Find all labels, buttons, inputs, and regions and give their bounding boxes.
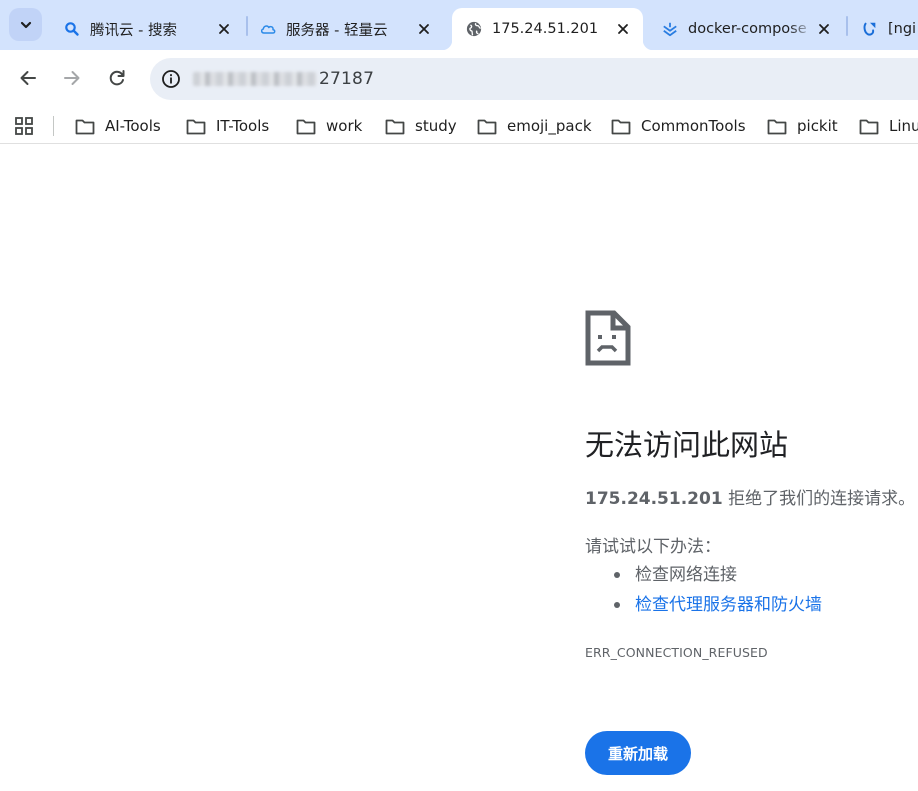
folder-icon	[859, 119, 879, 134]
bookmark-folder-study[interactable]: study	[385, 112, 457, 140]
suggestions-heading: 请试试以下办法：	[585, 537, 721, 557]
reload-toolbar-button[interactable]	[101, 62, 133, 94]
bookmark-label: study	[415, 117, 457, 135]
tab-search-button[interactable]	[9, 8, 42, 41]
chevron-down-icon	[20, 21, 31, 28]
error-summary: 175.24.51.201 拒绝了我们的连接请求。	[585, 484, 915, 509]
bookmark-label: CommonTools	[641, 117, 746, 135]
tab-nginx[interactable]: [ngi	[848, 8, 918, 50]
close-icon[interactable]	[613, 19, 633, 39]
arrow-right-icon	[64, 71, 80, 85]
close-icon[interactable]	[814, 19, 834, 39]
bookmark-folder-pickit[interactable]: pickit	[767, 112, 838, 140]
tab-title: [ngi	[888, 21, 917, 37]
error-code: ERR_CONNECTION_REFUSED	[585, 645, 768, 660]
bookmark-folder-work[interactable]: work	[296, 112, 362, 140]
search-icon	[64, 21, 80, 37]
folder-icon	[477, 119, 497, 134]
tab-title: 175.24.51.201	[492, 21, 599, 37]
url-text: 27187	[319, 69, 375, 89]
close-icon[interactable]	[214, 19, 234, 39]
forward-button[interactable]	[56, 62, 88, 94]
bookmark-label: AI-Tools	[105, 117, 161, 135]
tab-title: 服务器 - 轻量云	[286, 22, 388, 39]
reload-button[interactable]: 重新加载	[585, 731, 691, 775]
browser-window: 腾讯云 - 搜索 服务器 - 轻量云 175.24.51.201 docker-…	[0, 0, 918, 791]
error-summary-text: 拒绝了我们的连接请求。	[722, 489, 916, 509]
bookmark-label: emoji_pack	[507, 117, 592, 135]
bookmarks-divider	[53, 116, 54, 136]
error-title: 无法访问此网站	[585, 428, 789, 462]
refresh-icon	[109, 70, 125, 86]
suggestion-text: 检查网络连接	[635, 565, 737, 585]
docker-doc-icon	[662, 21, 678, 37]
tab-strip: 腾讯云 - 搜索 服务器 - 轻量云 175.24.51.201 docker-…	[0, 0, 918, 50]
bookmark-folder-linux[interactable]: Linu	[859, 112, 918, 140]
close-icon[interactable]	[414, 19, 434, 39]
bookmark-label: work	[326, 117, 363, 135]
site-info-icon[interactable]	[159, 67, 183, 91]
bookmark-label: IT-Tools	[216, 117, 270, 135]
sad-document-icon	[585, 310, 631, 366]
nginx-icon	[862, 21, 878, 37]
folder-icon	[611, 119, 631, 134]
back-button[interactable]	[12, 62, 44, 94]
suggestion-check-network: 检查网络连接	[614, 560, 822, 590]
arrow-left-icon	[20, 71, 36, 85]
suggestion-check-proxy: 检查代理服务器和防火墙	[614, 590, 822, 620]
bookmark-folder-commontools[interactable]: CommonTools	[611, 112, 746, 140]
folder-icon	[186, 119, 206, 134]
folder-icon	[767, 119, 787, 134]
folder-icon	[296, 119, 316, 134]
apps-grid-icon[interactable]	[13, 115, 35, 137]
bookmarks-bar: AI-Tools IT-Tools work study emoji_pack …	[0, 107, 918, 144]
error-page: 无法访问此网站 175.24.51.201 拒绝了我们的连接请求。 请试试以下办…	[0, 151, 918, 791]
bookmark-folder-ai-tools[interactable]: AI-Tools	[75, 112, 161, 140]
tab-title: docker-compose	[688, 21, 807, 37]
tab-title: 腾讯云 - 搜索	[90, 22, 177, 39]
error-host: 175.24.51.201	[585, 489, 723, 509]
folder-icon	[75, 119, 95, 134]
suggestions-list: 检查网络连接 检查代理服务器和防火墙	[614, 560, 822, 620]
tab-docker-compose[interactable]: docker-compose	[648, 8, 844, 50]
bookmark-folder-emoji-pack[interactable]: emoji_pack	[477, 112, 592, 140]
bookmark-label: pickit	[797, 117, 838, 135]
bookmark-folder-it-tools[interactable]: IT-Tools	[186, 112, 269, 140]
redacted-url-host	[193, 72, 317, 86]
tab-tencent-search[interactable]: 腾讯云 - 搜索	[50, 8, 244, 50]
globe-icon	[466, 21, 482, 37]
tab-current-page[interactable]: 175.24.51.201	[442, 8, 653, 50]
cloud-icon	[260, 21, 276, 37]
proxy-firewall-link[interactable]: 检查代理服务器和防火墙	[635, 595, 822, 615]
tab-lighthouse-server[interactable]: 服务器 - 轻量云	[246, 8, 444, 50]
bookmark-label: Linu	[889, 117, 918, 135]
navigation-toolbar: 27187	[0, 50, 918, 107]
address-bar[interactable]: 27187	[150, 58, 918, 100]
folder-icon	[385, 119, 405, 134]
